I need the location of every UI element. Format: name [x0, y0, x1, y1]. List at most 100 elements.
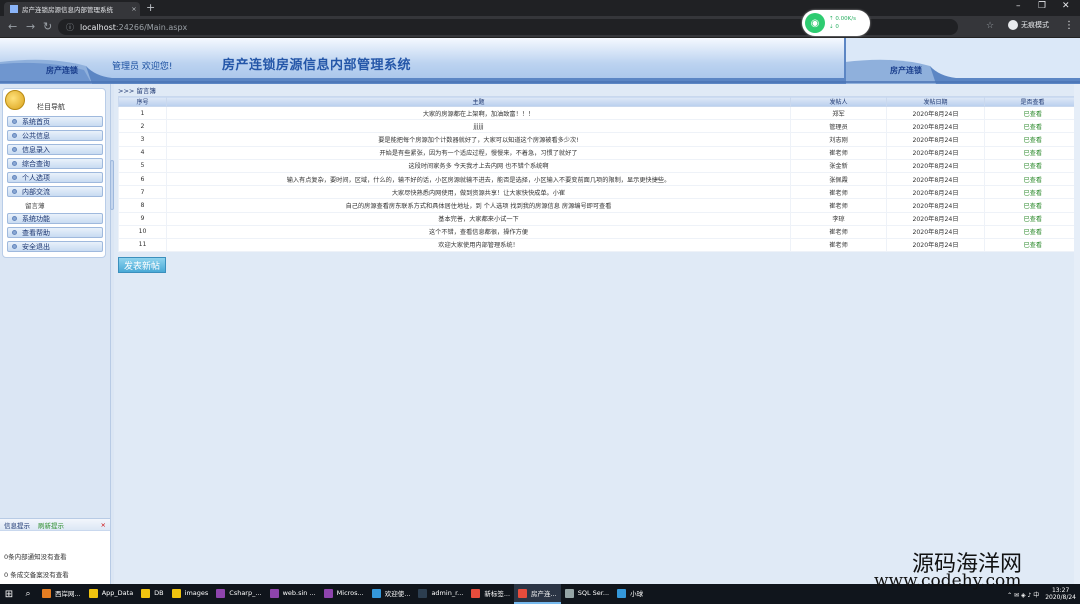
table-row[interactable]: 5 这段时间家务多 今天我才上去内网 也不错个系统啊 张金新 2020年8月24日 已查…	[118, 159, 1080, 173]
tab-info[interactable]: 信息提示	[4, 520, 30, 530]
taskbar-item[interactable]: DB	[137, 584, 167, 604]
taskbar-item[interactable]: web.sin ...	[266, 584, 320, 604]
new-tab-icon[interactable]: +	[146, 1, 155, 14]
minimize-icon[interactable]: –	[1016, 1, 1021, 11]
page-scrollbar[interactable]	[1074, 84, 1080, 584]
taskbar-item[interactable]: images	[168, 584, 213, 604]
table-row[interactable]: 4 开始是有些紧张，因为有一个适应过程，慢慢来，不着急，习惯了就好了 崔老师 2020…	[118, 146, 1080, 160]
network-speed-widget[interactable]: ◉ ⇡ 0.00K/s ⇣ 0	[802, 10, 870, 36]
welcome-text: 管理员 欢迎您!	[112, 62, 173, 72]
site-info-icon[interactable]: ⓘ	[66, 22, 74, 33]
nav-panel: 栏目导航 系统首页 公共信息 信息录入 综合查询 个人选项 内部交流 留言薄 系…	[2, 88, 106, 258]
window-close-icon[interactable]: ✕	[1062, 1, 1070, 11]
post-new-button[interactable]: 发表新帖	[118, 257, 166, 273]
post-subject-link[interactable]: 自己的房源查看房东联系方式和具体居住地址，到 个人选项 找到我的房源信息 房源编…	[166, 198, 791, 213]
table-row[interactable]: 9 基本完善，大家都来小试一下 李琼 2020年8月24日 已查看	[118, 212, 1080, 226]
sidebar-item-system[interactable]: 系统功能	[7, 213, 103, 224]
post-subject-link[interactable]: 基本完善，大家都来小试一下	[166, 212, 791, 226]
sidebar: 栏目导航 系统首页 公共信息 信息录入 综合查询 个人选项 内部交流 留言薄 系…	[0, 84, 111, 584]
taskbar-item[interactable]: 西岸网...	[38, 584, 85, 604]
post-author: 崔老师	[790, 185, 887, 200]
tab-refresh[interactable]: 刷新提示	[38, 520, 64, 530]
post-subject-link[interactable]: 大家的房源都在上架啊，加油致富！！！	[166, 106, 791, 121]
row-number: 11	[118, 238, 167, 253]
row-number: 6	[118, 172, 167, 187]
forward-icon[interactable]: →	[26, 20, 35, 33]
taskbar-item-label: 欢迎使...	[384, 590, 411, 598]
row-number: 5	[118, 159, 167, 173]
post-subject-link[interactable]: 要是能把每个房源加个计数器就好了，大家可以知道这个房源被看多少次!	[166, 132, 791, 147]
notice-count-text[interactable]: 0条内部通知没有查看	[4, 551, 67, 561]
table-row[interactable]: 10 这个不错，查看信息都很，操作方便 崔老师 2020年8月24日 已查看	[118, 225, 1080, 239]
deal-count-text[interactable]: 0 条成交备案没有查看	[4, 569, 69, 579]
bullet-icon	[12, 147, 17, 152]
post-subject-link[interactable]: 这段时间家务多 今天我才上去内网 也不错个系统啊	[166, 159, 791, 173]
sidebar-item-label: 内部交流	[22, 187, 50, 196]
url-path: :24266/Main.aspx	[115, 22, 188, 32]
bullet-icon	[12, 230, 17, 235]
sidebar-item-personal[interactable]: 个人选项	[7, 172, 103, 183]
table-row[interactable]: 1 大家的房源都在上架啊，加油致富！！！ 郑军 2020年8月24日 已查看	[118, 106, 1080, 121]
row-number: 10	[118, 225, 167, 239]
post-subject-link[interactable]: jjjjjj	[166, 119, 791, 134]
profile-label: 无痕模式	[1021, 21, 1049, 29]
bullet-icon	[12, 189, 17, 194]
sidebar-item-label: 综合查询	[22, 159, 50, 168]
system-title: 房产连锁房源信息内部管理系统	[222, 58, 412, 73]
clock[interactable]: 13:27 2020/8/24	[1045, 587, 1076, 601]
table-row[interactable]: 2 jjjjjj 管理员 2020年8月24日 已查看	[118, 119, 1080, 134]
taskbar-item-label: 新标签...	[484, 590, 511, 598]
nav-title: 栏目导航	[37, 103, 65, 111]
table-row[interactable]: 6 输入有点复杂，要时间，区域，什么的，输不好的话，小区房源就输不进去，能否是选择…	[118, 172, 1080, 187]
reload-icon[interactable]: ↻	[43, 20, 52, 33]
table-row[interactable]: 8 自己的房源查看房东联系方式和具体居住地址，到 个人选项 找到我的房源信息 房源…	[118, 198, 1080, 213]
post-subject-link[interactable]: 欢迎大家使用内部管理系统！	[166, 238, 791, 253]
browser-toolbar: ← → ↻ ⓘ localhost :24266/Main.aspx ☆ 无痕模…	[0, 16, 1080, 38]
taskbar-item[interactable]: App_Data	[85, 584, 137, 604]
windows-start-icon[interactable]: ⊞	[0, 584, 18, 604]
post-subject-link[interactable]: 输入有点复杂，要时间，区域，什么的，输不好的话，小区房源就输不进去，能否是选择，…	[166, 172, 791, 187]
taskbar-item-label: Csharp_...	[229, 589, 262, 597]
search-icon[interactable]: ⌕	[18, 589, 38, 599]
viewed-status: 已查看	[984, 132, 1080, 147]
sidebar-item-internal-comm[interactable]: 内部交流	[7, 186, 103, 197]
taskbar-item[interactable]: Micros...	[320, 584, 368, 604]
table-row[interactable]: 3 要是能把每个房源加个计数器就好了，大家可以知道这个房源被看多少次! 刘志刚 202…	[118, 132, 1080, 147]
post-author: 刘志刚	[790, 132, 887, 147]
table-row[interactable]: 11 欢迎大家使用内部管理系统！ 崔老师 2020年8月24日 已查看	[118, 238, 1080, 253]
post-author: 崔老师	[790, 146, 887, 160]
incognito-profile[interactable]: 无痕模式	[1008, 20, 1049, 30]
taskbar-item[interactable]: 房产连...	[514, 584, 561, 604]
taskbar-item[interactable]: 小球	[613, 584, 647, 604]
post-author: 李琼	[790, 212, 887, 226]
column-header: 是否查看	[984, 96, 1080, 107]
close-icon[interactable]: ×	[101, 521, 106, 529]
message-panel: 信息提示 刷新提示 × 0条内部通知没有查看 0 条成交备案没有查看	[0, 518, 110, 584]
taskbar-item[interactable]: 新标签...	[467, 584, 514, 604]
sidebar-item-logout[interactable]: 安全退出	[7, 241, 103, 252]
sidebar-item-public-info[interactable]: 公共信息	[7, 130, 103, 141]
main-content: >>> 留言簿 序号 主题 发帖人 发帖日期 是否查看 1 大家的房源都在上架啊，…	[114, 84, 1080, 584]
taskbar-item[interactable]: admin_r...	[414, 584, 467, 604]
back-icon[interactable]: ←	[8, 20, 17, 33]
sidebar-item-search[interactable]: 综合查询	[7, 158, 103, 169]
tab-close-icon[interactable]: ×	[128, 5, 140, 13]
browser-menu-icon[interactable]: ⋮	[1064, 20, 1074, 31]
sidebar-item-help[interactable]: 查看帮助	[7, 227, 103, 238]
post-subject-link[interactable]: 大家尽快熟悉内网使用，做到资源共享！让大家快快成单。小崔	[166, 185, 791, 200]
post-date: 2020年8月24日	[886, 185, 985, 200]
bookmark-star-icon[interactable]: ☆	[986, 21, 994, 31]
sidebar-subitem-guestbook[interactable]: 留言薄	[7, 199, 103, 210]
sidebar-item-home[interactable]: 系统首页	[7, 116, 103, 127]
maximize-icon[interactable]: ❐	[1038, 1, 1046, 11]
sidebar-item-data-entry[interactable]: 信息录入	[7, 144, 103, 155]
browser-tab[interactable]: 房产连锁房源信息内部管理系统 ×	[4, 2, 140, 16]
post-subject-link[interactable]: 开始是有些紧张，因为有一个适应过程，慢慢来，不着急，习惯了就好了	[166, 146, 791, 160]
post-subject-link[interactable]: 这个不错，查看信息都很，操作方便	[166, 225, 791, 239]
app-icon	[471, 588, 481, 598]
table-row[interactable]: 7 大家尽快熟悉内网使用，做到资源共享！让大家快快成单。小崔 崔老师 2020年8月2…	[118, 185, 1080, 200]
taskbar-item[interactable]: 欢迎使...	[368, 584, 415, 604]
guestbook-table: 序号 主题 发帖人 发帖日期 是否查看 1 大家的房源都在上架啊，加油致富！！！郑…	[118, 96, 1080, 253]
taskbar-item[interactable]: Csharp_...	[212, 584, 265, 604]
taskbar-item[interactable]: SQL Ser...	[561, 584, 613, 604]
